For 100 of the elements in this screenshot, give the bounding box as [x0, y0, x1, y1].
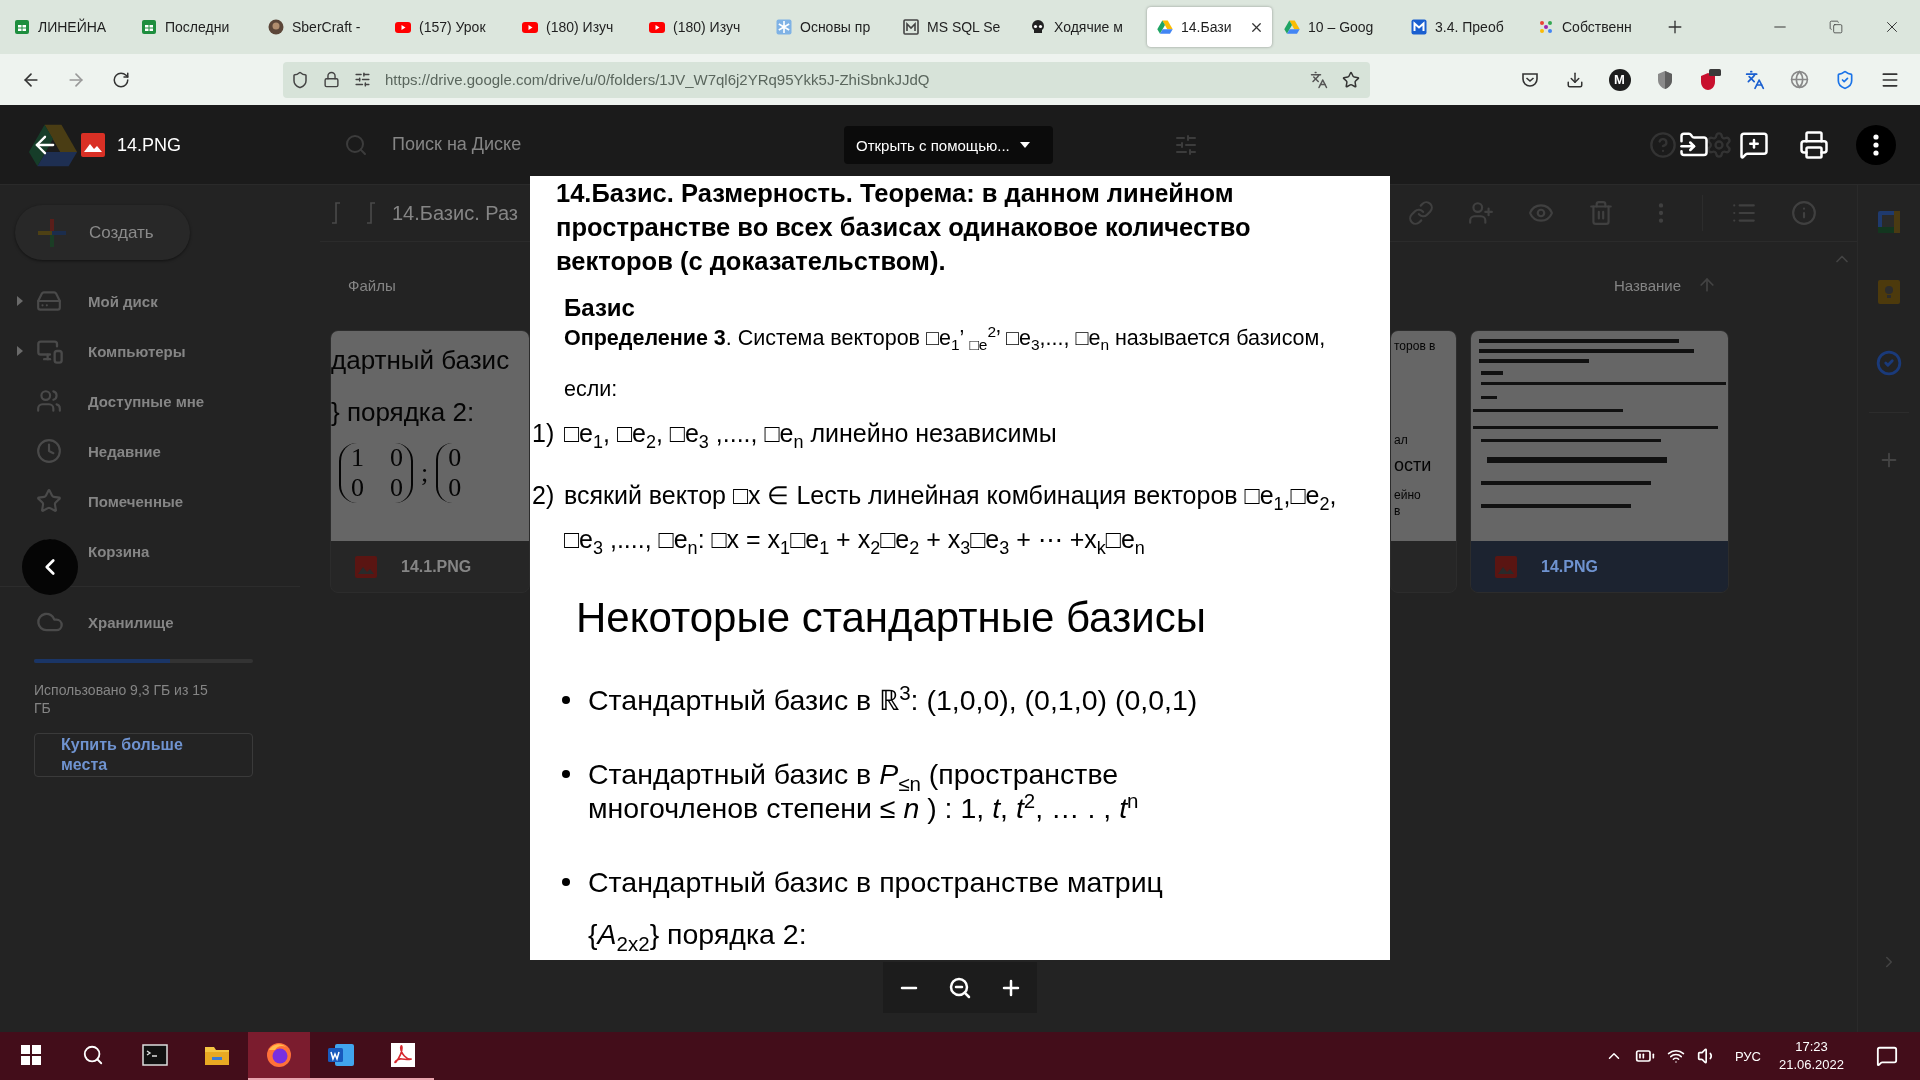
- browser-tab[interactable]: (180) Изуч: [512, 7, 637, 47]
- list-marker: 1): [532, 418, 556, 449]
- thumbnail-text: ейно: [1394, 488, 1422, 502]
- browser-tab[interactable]: 10 – Goog: [1274, 7, 1399, 47]
- browser-tab[interactable]: Ходячие м: [1020, 7, 1145, 47]
- shield-badge-icon[interactable]: [1698, 68, 1721, 91]
- zoom-reset-icon[interactable]: [948, 975, 972, 1000]
- hard-drive-icon: [36, 288, 62, 314]
- browser-tab[interactable]: MS SQL Se: [893, 7, 1018, 47]
- bullet-icon: [562, 878, 570, 886]
- clock-icon: [36, 438, 62, 464]
- pdf-icon[interactable]: [390, 1042, 416, 1068]
- file-name: 14.1.PNG: [401, 557, 472, 576]
- drive-icon: [1284, 19, 1300, 35]
- bullet-text: Стандартный базис в P$_{≤n}$ (пространстве многочленов степени ≤ n ) : 1, t, t$^{2}$, … . , t$^{n}$: [588, 757, 1139, 825]
- open-with-button[interactable]: Открыть с помощью...: [844, 126, 1053, 164]
- print-icon[interactable]: [1799, 130, 1829, 160]
- language-indicator[interactable]: РУС: [1734, 1048, 1761, 1064]
- add-comment-icon[interactable]: [1739, 130, 1769, 160]
- document-icon[interactable]: [327, 1042, 355, 1068]
- terminal-icon[interactable]: [142, 1044, 168, 1066]
- logo-icon: [903, 19, 919, 35]
- file-card[interactable]: торов в ал ости ейно в: [1390, 330, 1457, 593]
- browser-tab[interactable]: 14.Бази: [1147, 7, 1272, 47]
- sidebar-item[interactable]: Помеченные: [0, 476, 320, 526]
- sort-button[interactable]: Название: [1613, 276, 1681, 294]
- download-icon[interactable]: [1565, 70, 1584, 89]
- address-field[interactable]: https://drive.google.com/drive/u/0/folders/1JV_W7ql6j2YRq95Ykk5J-ZhiSbnkJJdQ: [283, 61, 1370, 98]
- settings-icon[interactable]: [1705, 130, 1733, 159]
- translate-icon[interactable]: [1744, 69, 1765, 90]
- condition-text: если:: [564, 376, 619, 402]
- browser-tab[interactable]: ЛИНЕЙНА: [4, 7, 129, 47]
- windows-logo-icon[interactable]: [21, 1045, 41, 1065]
- check-icon[interactable]: [1876, 350, 1902, 376]
- sidebar-item[interactable]: Хранилище: [0, 597, 320, 647]
- separator-text: ;: [421, 458, 429, 488]
- reload-icon[interactable]: [111, 70, 130, 89]
- drive-icon: [1157, 19, 1173, 35]
- profile-avatar[interactable]: M: [1608, 68, 1631, 91]
- restore-icon[interactable]: [1829, 20, 1843, 34]
- definition-text: Определение 3. Система векторов □e$_{1}$’ $_{□e}$$^{2}$’ □e$_{3}$,..., □e$_{n}$ называется базисом,: [564, 325, 1327, 351]
- plus-icon: [37, 217, 67, 248]
- sidebar-item[interactable]: Доступные мне: [0, 376, 320, 426]
- bullet-text: {A$_{2x2}$} порядка 2:: [588, 917, 807, 951]
- section-heading: Базис: [564, 293, 636, 323]
- globe-icon[interactable]: [1790, 70, 1809, 89]
- wifi-icon[interactable]: [1666, 1047, 1685, 1065]
- people-icon: [36, 388, 62, 414]
- sidebar-item[interactable]: Мой диск: [0, 276, 320, 326]
- thumbnail-text: дартный базис: [331, 344, 511, 377]
- snowflake-icon: [776, 19, 792, 35]
- browser-icon[interactable]: [265, 1041, 293, 1069]
- search-icon[interactable]: [82, 1044, 104, 1066]
- browser-tab[interactable]: (180) Изуч: [639, 7, 764, 47]
- star-icon: [36, 488, 62, 514]
- logo-icon: [1411, 19, 1427, 35]
- bullet-icon: [562, 696, 570, 704]
- section-label: Файлы: [348, 276, 396, 294]
- translate-icon[interactable]: [1310, 70, 1328, 89]
- create-button[interactable]: Создать: [15, 205, 190, 260]
- permissions-icon[interactable]: [354, 71, 371, 88]
- folder-icon[interactable]: [204, 1044, 230, 1066]
- pocket-icon[interactable]: [1520, 70, 1539, 89]
- matrix-entry: 1: [351, 443, 364, 473]
- notifications-icon[interactable]: [1876, 1045, 1898, 1067]
- bullet-text: Стандартный базис в ℝ$^{3}$: (1,0,0), (0,1,0) (0,0,1): [588, 683, 1198, 717]
- file-card[interactable]: 14.PNG: [1470, 330, 1729, 593]
- shield-icon[interactable]: [291, 70, 309, 89]
- browser-tab[interactable]: (157) Урок: [385, 7, 510, 47]
- bullet-icon: [562, 770, 570, 778]
- matrix-entry: 0: [351, 473, 364, 503]
- extension-shield-icon[interactable]: [1655, 69, 1674, 90]
- browser-tab[interactable]: Собственн: [1528, 7, 1653, 47]
- more-icon: [1873, 134, 1879, 156]
- clock[interactable]: 17:23 21.06.2022: [1778, 1038, 1844, 1074]
- sidebar-item[interactable]: Компьютеры: [0, 326, 320, 376]
- thumbnail-text: ости: [1394, 455, 1433, 476]
- drive-logo-icon: [28, 122, 78, 167]
- buy-storage-button[interactable]: Купить больше места: [34, 733, 253, 777]
- document-title: 14.Базис. Размерность. Теорема: в данном линейном пространстве во всех базисах одинаковое количество векторов (с доказательством).: [556, 178, 1252, 277]
- browser-tab[interactable]: SberCraft -: [258, 7, 383, 47]
- thumbnail-text: } порядка 2:: [331, 396, 476, 429]
- play-icon: [522, 19, 538, 35]
- play-icon: [395, 19, 411, 35]
- browser-tab[interactable]: 3.4. Преоб: [1401, 7, 1526, 47]
- caret-icon[interactable]: [16, 345, 24, 357]
- image-file-icon: [355, 555, 377, 578]
- thumbnail-text: в: [1394, 504, 1402, 518]
- search-icon: [344, 132, 368, 157]
- image-file-icon: [1495, 555, 1517, 578]
- browser-tab[interactable]: Последни: [131, 7, 256, 47]
- thumbnail-text: ал: [1394, 433, 1409, 447]
- slide-title: Некоторые стандартные базисы: [576, 593, 1207, 643]
- caret-icon[interactable]: [16, 295, 24, 307]
- lock-icon[interactable]: [323, 71, 340, 88]
- browser-tab[interactable]: Основы пр: [766, 7, 891, 47]
- sidebar-item[interactable]: Недавние: [0, 426, 320, 476]
- bookmark-star-icon[interactable]: [1342, 70, 1360, 89]
- matrix-entry: 0: [448, 443, 462, 473]
- caret-icon: [1019, 142, 1030, 148]
